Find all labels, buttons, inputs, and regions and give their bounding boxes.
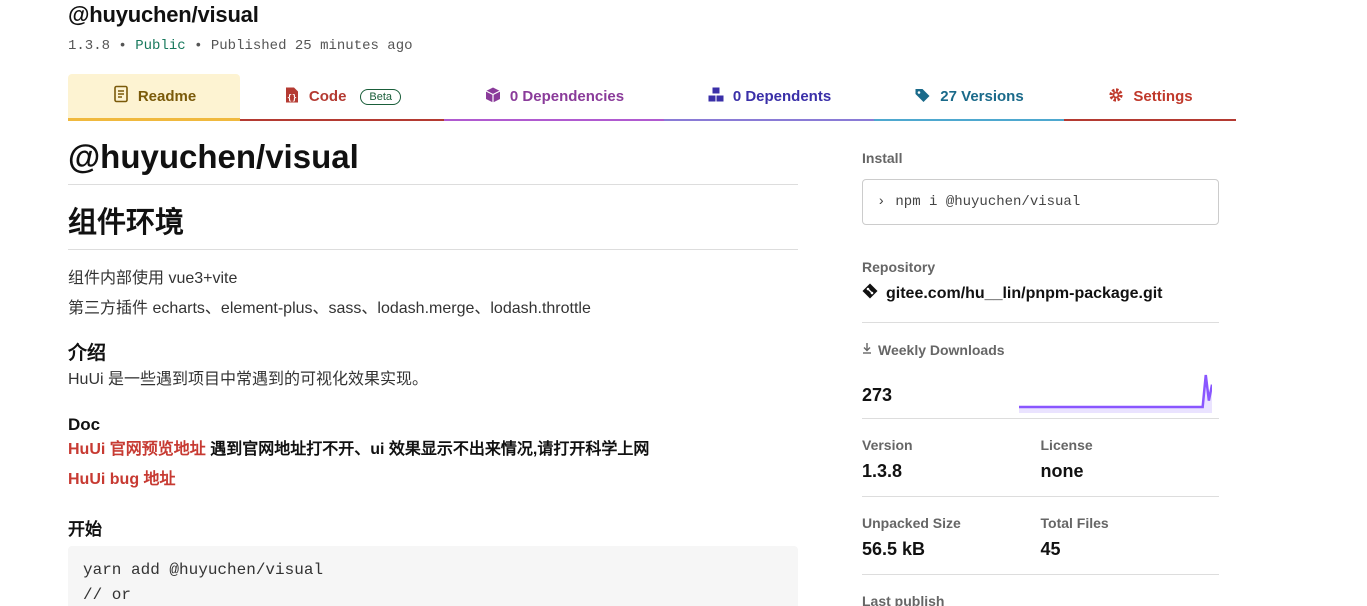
- env-line: 组件内部使用 vue3+vite: [68, 270, 238, 287]
- version-value: 1.3.8: [862, 461, 903, 481]
- tab-label: 0 Dependents: [732, 88, 832, 105]
- downloads-block: 273: [862, 359, 1219, 419]
- license-value: none: [1040, 461, 1084, 481]
- version-label: Version: [862, 437, 913, 453]
- version-license-row: Version 1.3.8 License none: [862, 419, 1219, 497]
- size-cell: Unpacked Size 56.5 kB: [862, 515, 1041, 560]
- section-heading-intro: 介绍: [68, 343, 107, 364]
- tab-label: Code: [308, 88, 347, 105]
- env-line: 第三方插件 echarts、element-plus、sass、lodash.m…: [68, 300, 591, 317]
- sparkline-line: [1019, 374, 1212, 409]
- files-value: 45: [1040, 539, 1061, 559]
- license-cell: License none: [1041, 437, 1220, 482]
- tab-label: Readme: [137, 87, 197, 105]
- bug-link-text: HuUi bug: [68, 471, 144, 488]
- size-files-row: Unpacked Size 56.5 kB Total Files 45: [862, 497, 1219, 575]
- install-command-box[interactable]: › npm i @huyuchen/visual: [862, 179, 1219, 225]
- tab-label: 0 Dependencies: [509, 88, 625, 105]
- install-command: npm i @huyuchen/visual: [895, 194, 1081, 210]
- download-icon: [862, 341, 872, 359]
- svg-text:{}: {}: [287, 93, 297, 102]
- bug-link-text: 地址: [143, 471, 176, 488]
- package-title: @huyuchen/visual: [68, 2, 259, 27]
- section-heading-environment: 组件环境: [68, 199, 798, 250]
- tab-versions[interactable]: 27 Versions: [874, 74, 1064, 121]
- publish-time: Published 25 minutes ago: [210, 38, 413, 54]
- docs-site-link[interactable]: HuUi 官网预览地址: [68, 441, 206, 458]
- package-meta: 1.3.8 • Public • Published 25 minutes ag…: [68, 38, 413, 54]
- code-line: // or: [83, 586, 132, 604]
- tab-label: 27 Versions: [940, 88, 1024, 105]
- files-label: Total Files: [1040, 515, 1109, 531]
- doc-line: HuUi 官网预览地址 遇到官网地址打不开、ui 效果显示不出来情况,请打开科学…: [68, 435, 798, 465]
- repository-label: Repository: [862, 259, 936, 275]
- size-label: Unpacked Size: [862, 515, 961, 531]
- readme-title: @huyuchen/visual: [68, 138, 798, 185]
- section-heading-start: 开始: [68, 520, 102, 539]
- downloads-count: 273: [862, 385, 893, 405]
- tab-dependencies[interactable]: 0 Dependencies: [444, 74, 664, 121]
- package-header: @huyuchen/visual 1.3.8 • Public • Publis…: [68, 2, 413, 54]
- meta-separator: •: [194, 38, 203, 54]
- meta-separator: •: [118, 38, 127, 54]
- tab-code[interactable]: {} Code Beta: [240, 74, 444, 121]
- bug-line: HuUi bug 地址: [68, 465, 798, 495]
- size-value: 56.5 kB: [862, 539, 926, 559]
- package-sidebar: Install › npm i @huyuchen/visual Reposit…: [862, 150, 1219, 606]
- tab-settings[interactable]: Settings: [1064, 74, 1236, 121]
- tab-readme[interactable]: Readme: [68, 74, 240, 121]
- readme-file-icon: [112, 85, 130, 107]
- doc-note: 遇到官网地址打不开、ui 效果显示不出来情况,请打开科学上网: [205, 441, 650, 458]
- repository-link[interactable]: gitee.com/hu__lin/pnpm-package.git: [886, 285, 1163, 303]
- code-line: yarn add @huyuchen/visual: [83, 561, 324, 579]
- downloads-sparkline: [862, 374, 1212, 413]
- prompt-icon: ›: [877, 194, 886, 210]
- last-publish-label: Last publish: [862, 593, 945, 606]
- readme-content: @huyuchen/visual 组件环境 组件内部使用 vue3+vite 第…: [68, 138, 798, 606]
- visibility-badge: Public: [135, 38, 186, 54]
- git-icon: [862, 283, 878, 304]
- downloads-label: Weekly Downloads: [878, 342, 1005, 358]
- license-label: License: [1040, 437, 1093, 453]
- tags-icon: [914, 86, 932, 108]
- package-version: 1.3.8: [68, 38, 111, 54]
- gear-icon: [1107, 86, 1125, 108]
- repository-row: gitee.com/hu__lin/pnpm-package.git: [862, 283, 1219, 323]
- box-icon: [484, 86, 502, 108]
- tab-label: Settings: [1133, 88, 1193, 105]
- boxes-icon: [707, 86, 725, 108]
- bug-link[interactable]: HuUi bug 地址: [68, 471, 176, 488]
- section-heading-doc: Doc: [68, 415, 101, 434]
- downloads-header: Weekly Downloads: [862, 341, 1219, 359]
- package-tabs: Readme {} Code Beta 0 Dependencies 0 Dep…: [68, 74, 1236, 121]
- beta-badge: Beta: [360, 88, 402, 105]
- install-label: Install: [862, 150, 903, 166]
- files-cell: Total Files 45: [1041, 515, 1220, 560]
- tab-dependents[interactable]: 0 Dependents: [664, 74, 874, 121]
- code-file-icon: {}: [283, 86, 301, 108]
- version-cell: Version 1.3.8: [862, 437, 1041, 482]
- code-block: yarn add @huyuchen/visual // or: [68, 546, 798, 606]
- intro-text: HuUi 是一些遇到项目中常遇到的可视化效果实现。: [68, 371, 429, 388]
